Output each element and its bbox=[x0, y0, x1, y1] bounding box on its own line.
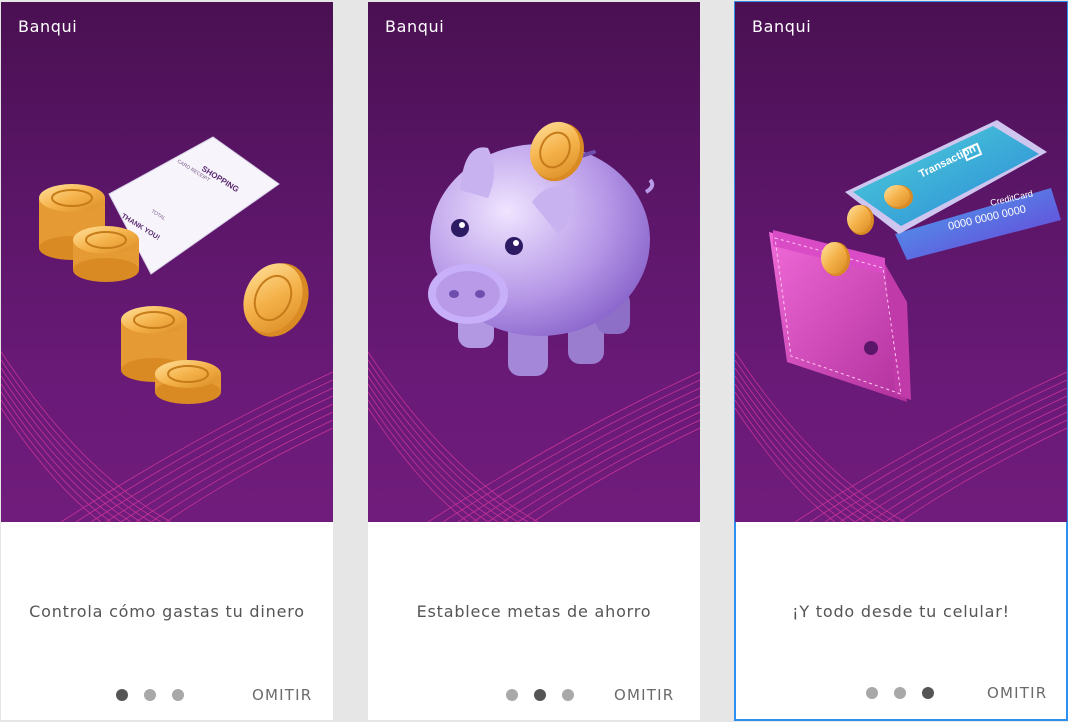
coins-receipt-illustration: SHOPPING CARD RECEIPT TOTAL THANK YOU! bbox=[39, 136, 309, 404]
piggy-bank-illustration bbox=[428, 121, 655, 376]
brand-logo: Banqui bbox=[752, 17, 812, 36]
hero-banner: Banqui bbox=[368, 2, 700, 522]
hero-banner: SHOPPING CARD RECEIPT TOTAL THANK YOU! B… bbox=[1, 2, 333, 522]
brand-logo: Banqui bbox=[18, 17, 78, 36]
page-dot-3[interactable] bbox=[922, 687, 934, 699]
page-indicator bbox=[116, 689, 184, 701]
coin-icon bbox=[243, 263, 309, 337]
page-dot-1[interactable] bbox=[116, 689, 128, 701]
onboarding-caption: ¡Y todo desde tu celular! bbox=[792, 602, 1010, 621]
skip-button[interactable]: OMITIR bbox=[614, 686, 674, 704]
page-dot-1[interactable] bbox=[506, 689, 518, 701]
page-dot-3[interactable] bbox=[562, 689, 574, 701]
onboarding-caption: Controla cómo gastas tu dinero bbox=[29, 602, 305, 621]
skip-button[interactable]: OMITIR bbox=[252, 686, 312, 704]
page-indicator bbox=[866, 687, 934, 699]
page-dot-2[interactable] bbox=[144, 689, 156, 701]
onboarding-gallery: SHOPPING CARD RECEIPT TOTAL THANK YOU! B… bbox=[0, 0, 1068, 722]
onboarding-screen-1: SHOPPING CARD RECEIPT TOTAL THANK YOU! B… bbox=[1, 2, 333, 720]
page-dot-2[interactable] bbox=[534, 689, 546, 701]
piggy-bank-icon bbox=[428, 144, 655, 376]
onboarding-screen-3: CreditCard 0000 0000 0000 Transaction Ba… bbox=[734, 1, 1068, 721]
onboarding-screen-2: Banqui Establece metas de ahorro OMITIR bbox=[368, 2, 700, 720]
page-dot-2[interactable] bbox=[894, 687, 906, 699]
hero-banner: CreditCard 0000 0000 0000 Transaction Ba… bbox=[735, 2, 1067, 522]
page-dot-1[interactable] bbox=[866, 687, 878, 699]
page-indicator bbox=[506, 689, 574, 701]
coin-icon bbox=[847, 205, 874, 235]
brand-logo: Banqui bbox=[385, 17, 445, 36]
page-dot-3[interactable] bbox=[172, 689, 184, 701]
skip-button[interactable]: OMITIR bbox=[987, 684, 1047, 702]
coin-stack-icon bbox=[121, 306, 221, 404]
phone-wallet-card-illustration: CreditCard 0000 0000 0000 Transaction bbox=[769, 120, 1061, 402]
onboarding-caption: Establece metas de ahorro bbox=[416, 602, 652, 621]
